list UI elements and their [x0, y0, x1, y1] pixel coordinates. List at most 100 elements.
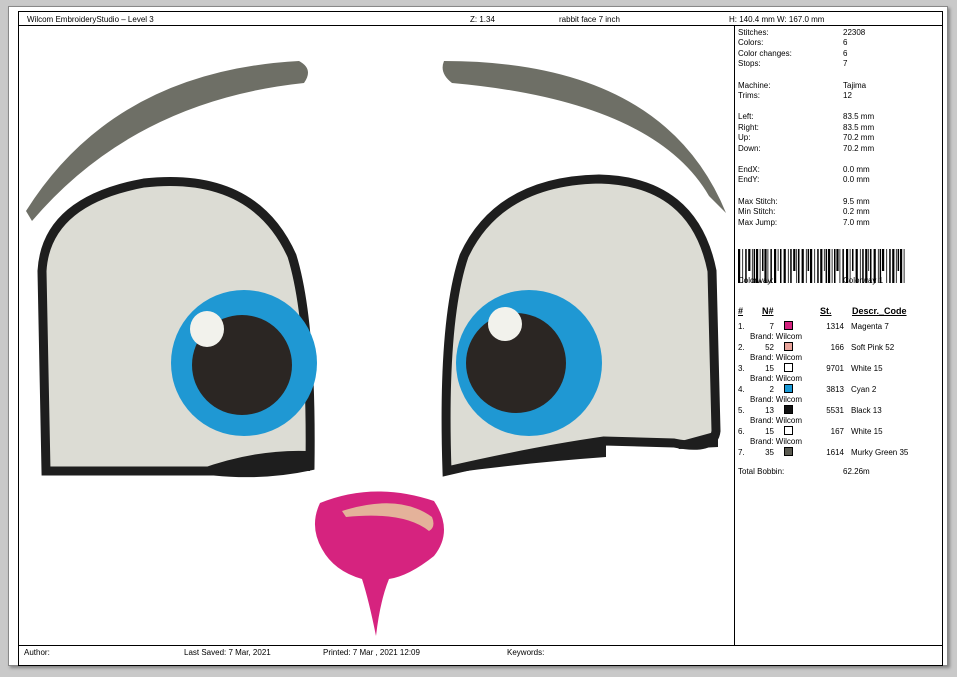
color-row: 7. 35 1614 Murky Green 35 [734, 447, 946, 468]
stat-value: 70.2 mm [843, 133, 875, 143]
color-needle: 2 [769, 385, 774, 394]
col-header-idx: # [738, 306, 744, 316]
stat-label: Max Stitch: [738, 196, 778, 206]
app-title: Wilcom EmbroideryStudio – Level 3 [27, 15, 154, 24]
color-name: Murky Green 35 [851, 448, 909, 457]
stat-value: 12 [843, 91, 852, 100]
color-stitches: 166 [830, 343, 844, 352]
color-swatch [784, 384, 793, 393]
stat-label: Color changes: [738, 48, 792, 58]
color-needle: 52 [765, 343, 774, 352]
color-name: Black 13 [851, 406, 882, 415]
color-index: 6. [738, 427, 745, 436]
stat-value: 83.5 mm [843, 122, 875, 132]
color-row: 1. 7 1314 Magenta 7 Brand: Wilcom [734, 321, 946, 342]
color-name: White 15 [851, 364, 883, 373]
stat-value: 6 [843, 48, 848, 58]
stat-row: Max Stitch: 9.5 mm [734, 197, 946, 207]
stat-value: 83.5 mm [843, 112, 875, 122]
stat-value: 7.0 mm [843, 217, 870, 227]
total-bobbin-row: Total Bobbin: 62.26m [738, 467, 870, 476]
stat-value: 70.2 mm [843, 143, 875, 153]
footer-author: Author: [24, 648, 50, 657]
stat-row: Down: 70.2 mm [734, 144, 946, 154]
stat-label: Up: [738, 133, 751, 143]
stat-label: Trims: [738, 91, 760, 100]
color-index: 1. [738, 322, 745, 331]
stat-row: Stitches: 22308 [734, 28, 946, 38]
stat-row: Colors: 6 [734, 38, 946, 48]
stat-label: EndY: [738, 175, 760, 185]
color-index: 2. [738, 343, 745, 352]
left-eye [37, 177, 317, 478]
color-stitches: 167 [830, 427, 844, 436]
color-stitches: 5531 [826, 406, 844, 415]
design-name: rabbit face 7 inch [559, 15, 620, 24]
color-index: 4. [738, 385, 745, 394]
stat-value: 22308 [843, 28, 866, 37]
color-swatch [784, 405, 793, 414]
color-name: White 15 [851, 427, 883, 436]
right-eye [441, 174, 721, 477]
footer-last-saved: Last Saved: 7 Mar, 2021 [184, 648, 271, 657]
color-name: Soft Pink 52 [851, 343, 895, 352]
color-needle: 15 [765, 364, 774, 373]
nose [314, 491, 444, 636]
stat-label: Left: [738, 112, 754, 122]
color-index: 3. [738, 364, 745, 373]
stat-row: Right: 83.5 mm [734, 123, 946, 133]
stat-row: Left: 83.5 mm [734, 112, 946, 122]
color-name: Cyan 2 [851, 385, 877, 394]
footer-keywords: Keywords: [507, 648, 545, 657]
colorway-row: Colorway: Colorway 1 [738, 276, 884, 285]
color-brand: Brand: Wilcom [750, 395, 803, 404]
color-swatch [784, 321, 793, 330]
color-swatch [784, 447, 793, 456]
stat-row: Stops: 7 [734, 59, 946, 69]
color-stitches: 9701 [826, 364, 844, 373]
stat-label: Down: [738, 143, 761, 153]
col-header-desc: Descr._Code [852, 306, 907, 316]
color-swatch [784, 342, 793, 351]
color-needle: 7 [769, 322, 774, 331]
stat-row: EndX: 0.0 mm [734, 165, 946, 175]
stat-label: Stops: [738, 59, 761, 69]
stat-label: Max Jump: [738, 217, 778, 227]
color-swatch [784, 426, 793, 435]
design-info-panel: Stitches: 22308 Colors: 6 Color changes: 6 Sto… [734, 25, 946, 649]
color-brand: Brand: Wilcom [750, 353, 803, 362]
color-stitches: 1614 [826, 448, 844, 457]
color-needle: 15 [765, 427, 774, 436]
color-row: 3. 15 9701 White 15 Brand: Wilcom [734, 363, 946, 384]
zoom-level: Z: 1.34 [470, 15, 495, 24]
color-brand: Brand: Wilcom [750, 416, 803, 425]
stat-label: Colors: [738, 38, 764, 48]
stat-label: EndX: [738, 165, 760, 174]
footer-printed: Printed: 7 Mar , 2021 12:09 [323, 648, 420, 657]
color-index: 5. [738, 406, 745, 415]
stat-label: Stitches: [738, 28, 769, 37]
color-row: 2. 52 166 Soft Pink 52 Brand: Wilcom [734, 342, 946, 363]
col-header-stitches: St. [820, 306, 832, 316]
color-stitches: 1314 [826, 322, 844, 331]
design-size: H: 140.4 mm W: 167.0 mm [729, 15, 825, 24]
stat-value: 6 [843, 38, 848, 48]
stat-row: Machine: Tajima [734, 81, 946, 91]
color-brand: Brand: Wilcom [750, 374, 803, 383]
stat-row: EndY: 0.0 mm [734, 175, 946, 185]
color-needle: 35 [765, 448, 774, 457]
rabbit-face-design [26, 61, 726, 636]
col-header-needle: N# [762, 306, 774, 316]
stat-label: Right: [738, 122, 759, 132]
color-needle: 13 [765, 406, 774, 415]
color-index: 7. [738, 448, 745, 457]
stat-label: Min Stitch: [738, 207, 776, 217]
color-brand: Brand: Wilcom [750, 437, 803, 446]
color-stitches: 3813 [826, 385, 844, 394]
color-row: 4. 2 3813 Cyan 2 Brand: Wilcom [734, 384, 946, 405]
color-brand: Brand: Wilcom [750, 332, 803, 341]
stat-label: Machine: [738, 80, 771, 90]
print-preview-sheet: Wilcom EmbroideryStudio – Level 3 Z: 1.3… [8, 6, 948, 666]
stat-row: Trims: 12 [734, 91, 946, 101]
stat-value: 0.0 mm [843, 165, 870, 174]
